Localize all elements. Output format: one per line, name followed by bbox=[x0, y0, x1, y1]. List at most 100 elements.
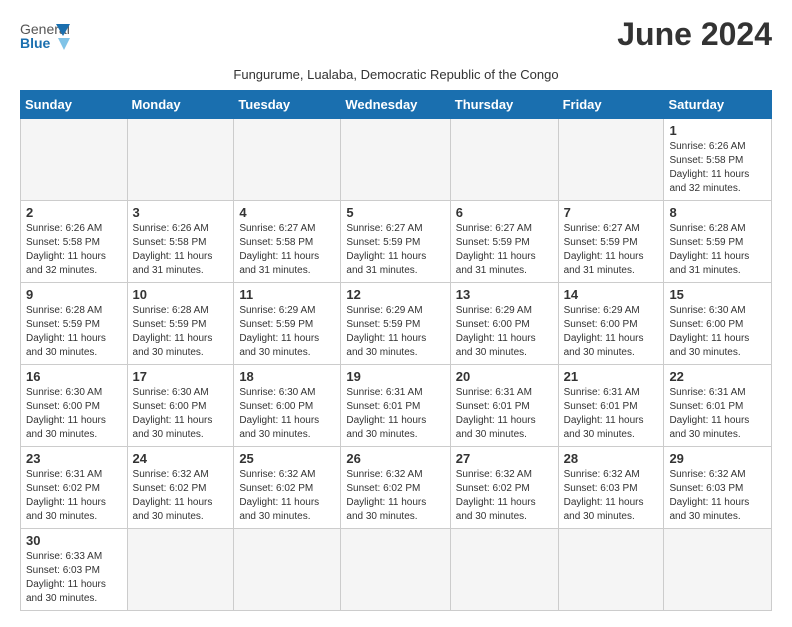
weekday-header-saturday: Saturday bbox=[664, 91, 772, 119]
calendar-cell: 23 Sunrise: 6:31 AM Sunset: 6:02 PM Dayli… bbox=[21, 447, 128, 529]
calendar-cell bbox=[558, 529, 664, 611]
calendar-cell: 8 Sunrise: 6:28 AM Sunset: 5:59 PM Daylig… bbox=[664, 201, 772, 283]
calendar-cell: 2 Sunrise: 6:26 AM Sunset: 5:58 PM Daylig… bbox=[21, 201, 128, 283]
calendar-cell: 19 Sunrise: 6:31 AM Sunset: 6:01 PM Dayli… bbox=[341, 365, 450, 447]
day-number: 24 bbox=[133, 451, 229, 466]
calendar-cell: 4 Sunrise: 6:27 AM Sunset: 5:58 PM Daylig… bbox=[234, 201, 341, 283]
calendar-row: 23 Sunrise: 6:31 AM Sunset: 6:02 PM Dayli… bbox=[21, 447, 772, 529]
day-number: 19 bbox=[346, 369, 444, 384]
day-number: 13 bbox=[456, 287, 553, 302]
calendar: SundayMondayTuesdayWednesdayThursdayFrid… bbox=[20, 90, 772, 611]
calendar-cell: 16Sunrise: 6:30 AM Sunset: 6:00 PM Dayli… bbox=[21, 365, 128, 447]
logo: General Blue bbox=[20, 16, 70, 63]
day-number: 7 bbox=[564, 205, 659, 220]
day-number: 28 bbox=[564, 451, 659, 466]
day-number: 8 bbox=[669, 205, 766, 220]
day-number: 11 bbox=[239, 287, 335, 302]
month-title: June 2024 bbox=[617, 16, 772, 53]
day-info: Sunrise: 6:27 AM Sunset: 5:59 PM Dayligh… bbox=[456, 222, 553, 278]
day-info: Sunrise: 6:29 AM Sunset: 5:59 PM Dayligh… bbox=[239, 304, 335, 360]
weekday-header-thursday: Thursday bbox=[450, 91, 558, 119]
day-number: 26 bbox=[346, 451, 444, 466]
calendar-cell: 25Sunrise: 6:32 AM Sunset: 6:02 PM Dayli… bbox=[234, 447, 341, 529]
header: General Blue June 2024 bbox=[20, 16, 772, 63]
calendar-cell: 20 Sunrise: 6:31 AM Sunset: 6:01 PM Dayli… bbox=[450, 365, 558, 447]
calendar-cell bbox=[450, 529, 558, 611]
day-info: Sunrise: 6:31 AM Sunset: 6:01 PM Dayligh… bbox=[564, 386, 659, 442]
calendar-cell: 18Sunrise: 6:30 AM Sunset: 6:00 PM Dayli… bbox=[234, 365, 341, 447]
day-number: 16 bbox=[26, 369, 122, 384]
calendar-row: 16 Sunrise: 6:30 AM Sunset: 6:00 PM Dayli… bbox=[21, 365, 772, 447]
day-info: Sunrise: 6:26 AM Sunset: 5:58 PM Dayligh… bbox=[26, 222, 122, 278]
day-info: Sunrise: 6:27 AM Sunset: 5:58 PM Dayligh… bbox=[239, 222, 335, 278]
day-number: 1 bbox=[669, 123, 766, 138]
day-number: 29 bbox=[669, 451, 766, 466]
calendar-cell: 3 Sunrise: 6:26 AM Sunset: 5:58 PM Daylig… bbox=[127, 201, 234, 283]
day-number: 20 bbox=[456, 369, 553, 384]
day-info: Sunrise: 6:27 AM Sunset: 5:59 PM Dayligh… bbox=[346, 222, 444, 278]
day-number: 10 bbox=[133, 287, 229, 302]
day-number: 4 bbox=[239, 205, 335, 220]
day-number: 30 bbox=[26, 533, 122, 548]
day-info: Sunrise: 6:32 AM Sunset: 6:03 PM Dayligh… bbox=[564, 468, 659, 524]
day-info: Sunrise: 6:29 AM Sunset: 5:59 PM Dayligh… bbox=[346, 304, 444, 360]
day-number: 6 bbox=[456, 205, 553, 220]
day-info: Sunrise: 6:29 AM Sunset: 6:00 PM Dayligh… bbox=[456, 304, 553, 360]
calendar-cell: 15Sunrise: 6:30 AM Sunset: 6:00 PM Dayli… bbox=[664, 283, 772, 365]
day-info: Sunrise: 6:27 AM Sunset: 5:59 PM Dayligh… bbox=[564, 222, 659, 278]
calendar-cell bbox=[234, 119, 341, 201]
calendar-cell: 22Sunrise: 6:31 AM Sunset: 6:01 PM Dayli… bbox=[664, 365, 772, 447]
day-number: 14 bbox=[564, 287, 659, 302]
calendar-cell: 29 Sunrise: 6:32 AM Sunset: 6:03 PM Dayli… bbox=[664, 447, 772, 529]
day-info: Sunrise: 6:31 AM Sunset: 6:01 PM Dayligh… bbox=[346, 386, 444, 442]
day-number: 2 bbox=[26, 205, 122, 220]
calendar-cell: 12 Sunrise: 6:29 AM Sunset: 5:59 PM Dayli… bbox=[341, 283, 450, 365]
calendar-row: 1 Sunrise: 6:26 AM Sunset: 5:58 PM Daylig… bbox=[21, 119, 772, 201]
calendar-cell: 17 Sunrise: 6:30 AM Sunset: 6:00 PM Dayli… bbox=[127, 365, 234, 447]
calendar-cell: 14 Sunrise: 6:29 AM Sunset: 6:00 PM Dayli… bbox=[558, 283, 664, 365]
calendar-cell: 30 Sunrise: 6:33 AM Sunset: 6:03 PM Dayli… bbox=[21, 529, 128, 611]
calendar-cell bbox=[127, 529, 234, 611]
calendar-cell bbox=[450, 119, 558, 201]
calendar-cell: 24 Sunrise: 6:32 AM Sunset: 6:02 PM Dayli… bbox=[127, 447, 234, 529]
calendar-cell bbox=[341, 119, 450, 201]
calendar-cell bbox=[341, 529, 450, 611]
day-info: Sunrise: 6:30 AM Sunset: 6:00 PM Dayligh… bbox=[133, 386, 229, 442]
day-number: 27 bbox=[456, 451, 553, 466]
calendar-cell: 1 Sunrise: 6:26 AM Sunset: 5:58 PM Daylig… bbox=[664, 119, 772, 201]
calendar-row: 30 Sunrise: 6:33 AM Sunset: 6:03 PM Dayli… bbox=[21, 529, 772, 611]
day-info: Sunrise: 6:32 AM Sunset: 6:02 PM Dayligh… bbox=[133, 468, 229, 524]
weekday-header-wednesday: Wednesday bbox=[341, 91, 450, 119]
day-info: Sunrise: 6:32 AM Sunset: 6:03 PM Dayligh… bbox=[669, 468, 766, 524]
day-info: Sunrise: 6:28 AM Sunset: 5:59 PM Dayligh… bbox=[26, 304, 122, 360]
weekday-header-row: SundayMondayTuesdayWednesdayThursdayFrid… bbox=[21, 91, 772, 119]
svg-text:Blue: Blue bbox=[20, 35, 51, 51]
day-number: 9 bbox=[26, 287, 122, 302]
day-info: Sunrise: 6:32 AM Sunset: 6:02 PM Dayligh… bbox=[346, 468, 444, 524]
calendar-row: 2 Sunrise: 6:26 AM Sunset: 5:58 PM Daylig… bbox=[21, 201, 772, 283]
day-info: Sunrise: 6:26 AM Sunset: 5:58 PM Dayligh… bbox=[669, 140, 766, 196]
calendar-cell: 7 Sunrise: 6:27 AM Sunset: 5:59 PM Daylig… bbox=[558, 201, 664, 283]
day-number: 17 bbox=[133, 369, 229, 384]
day-info: Sunrise: 6:29 AM Sunset: 6:00 PM Dayligh… bbox=[564, 304, 659, 360]
day-number: 3 bbox=[133, 205, 229, 220]
calendar-cell: 28 Sunrise: 6:32 AM Sunset: 6:03 PM Dayli… bbox=[558, 447, 664, 529]
day-number: 23 bbox=[26, 451, 122, 466]
weekday-header-monday: Monday bbox=[127, 91, 234, 119]
day-number: 12 bbox=[346, 287, 444, 302]
subtitle: Fungurume, Lualaba, Democratic Republic … bbox=[20, 67, 772, 82]
day-info: Sunrise: 6:31 AM Sunset: 6:02 PM Dayligh… bbox=[26, 468, 122, 524]
day-info: Sunrise: 6:31 AM Sunset: 6:01 PM Dayligh… bbox=[456, 386, 553, 442]
calendar-cell bbox=[127, 119, 234, 201]
day-info: Sunrise: 6:33 AM Sunset: 6:03 PM Dayligh… bbox=[26, 550, 122, 606]
calendar-cell bbox=[234, 529, 341, 611]
weekday-header-sunday: Sunday bbox=[21, 91, 128, 119]
day-info: Sunrise: 6:26 AM Sunset: 5:58 PM Dayligh… bbox=[133, 222, 229, 278]
day-info: Sunrise: 6:28 AM Sunset: 5:59 PM Dayligh… bbox=[669, 222, 766, 278]
calendar-cell: 6 Sunrise: 6:27 AM Sunset: 5:59 PM Daylig… bbox=[450, 201, 558, 283]
calendar-cell: 26 Sunrise: 6:32 AM Sunset: 6:02 PM Dayli… bbox=[341, 447, 450, 529]
calendar-row: 9 Sunrise: 6:28 AM Sunset: 5:59 PM Daylig… bbox=[21, 283, 772, 365]
calendar-cell: 9 Sunrise: 6:28 AM Sunset: 5:59 PM Daylig… bbox=[21, 283, 128, 365]
calendar-cell: 21Sunrise: 6:31 AM Sunset: 6:01 PM Dayli… bbox=[558, 365, 664, 447]
day-info: Sunrise: 6:32 AM Sunset: 6:02 PM Dayligh… bbox=[239, 468, 335, 524]
